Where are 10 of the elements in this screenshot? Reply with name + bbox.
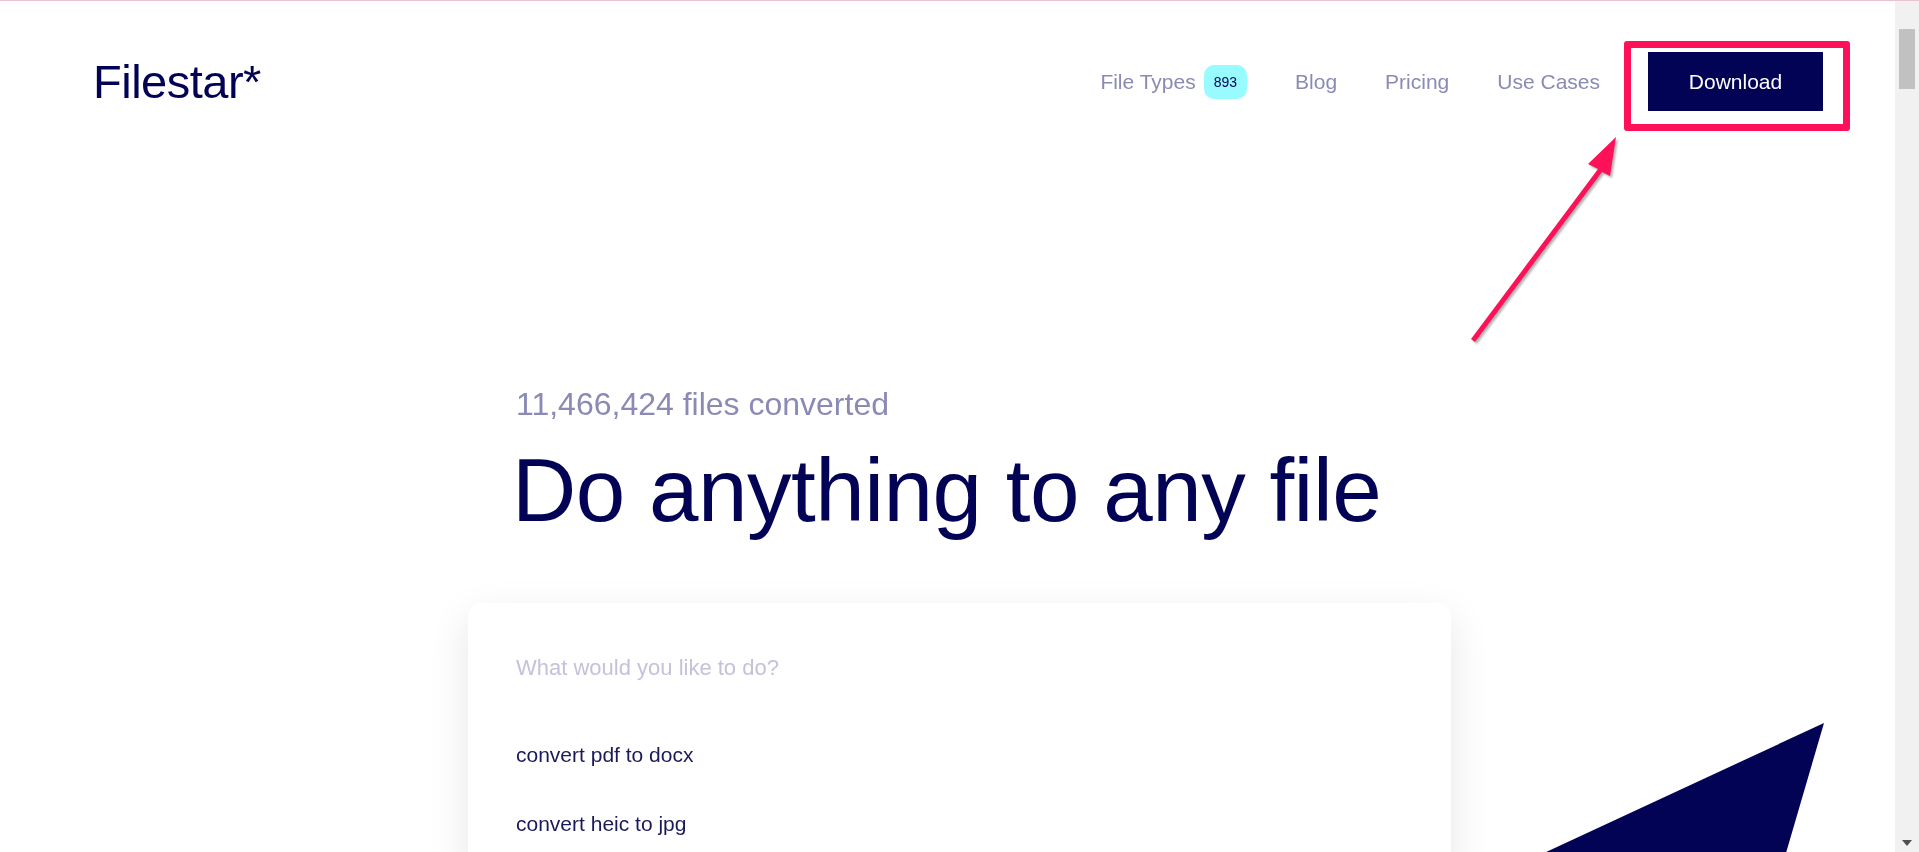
download-button[interactable]: Download <box>1648 52 1823 111</box>
suggestion-item[interactable]: convert heic to jpg <box>516 809 1403 838</box>
scroll-down-icon[interactable] <box>1902 840 1912 846</box>
headline: Do anything to any file <box>512 439 1383 542</box>
files-converted-count: 11,466,424 files converted <box>516 385 890 424</box>
scrollbar-thumb[interactable] <box>1899 29 1915 89</box>
suggestion-item[interactable]: convert pdf to docx <box>516 740 1403 769</box>
logo[interactable]: Filestar* <box>93 58 261 105</box>
scrollbar[interactable] <box>1895 1 1919 852</box>
count-badge: 893 <box>1203 64 1248 99</box>
